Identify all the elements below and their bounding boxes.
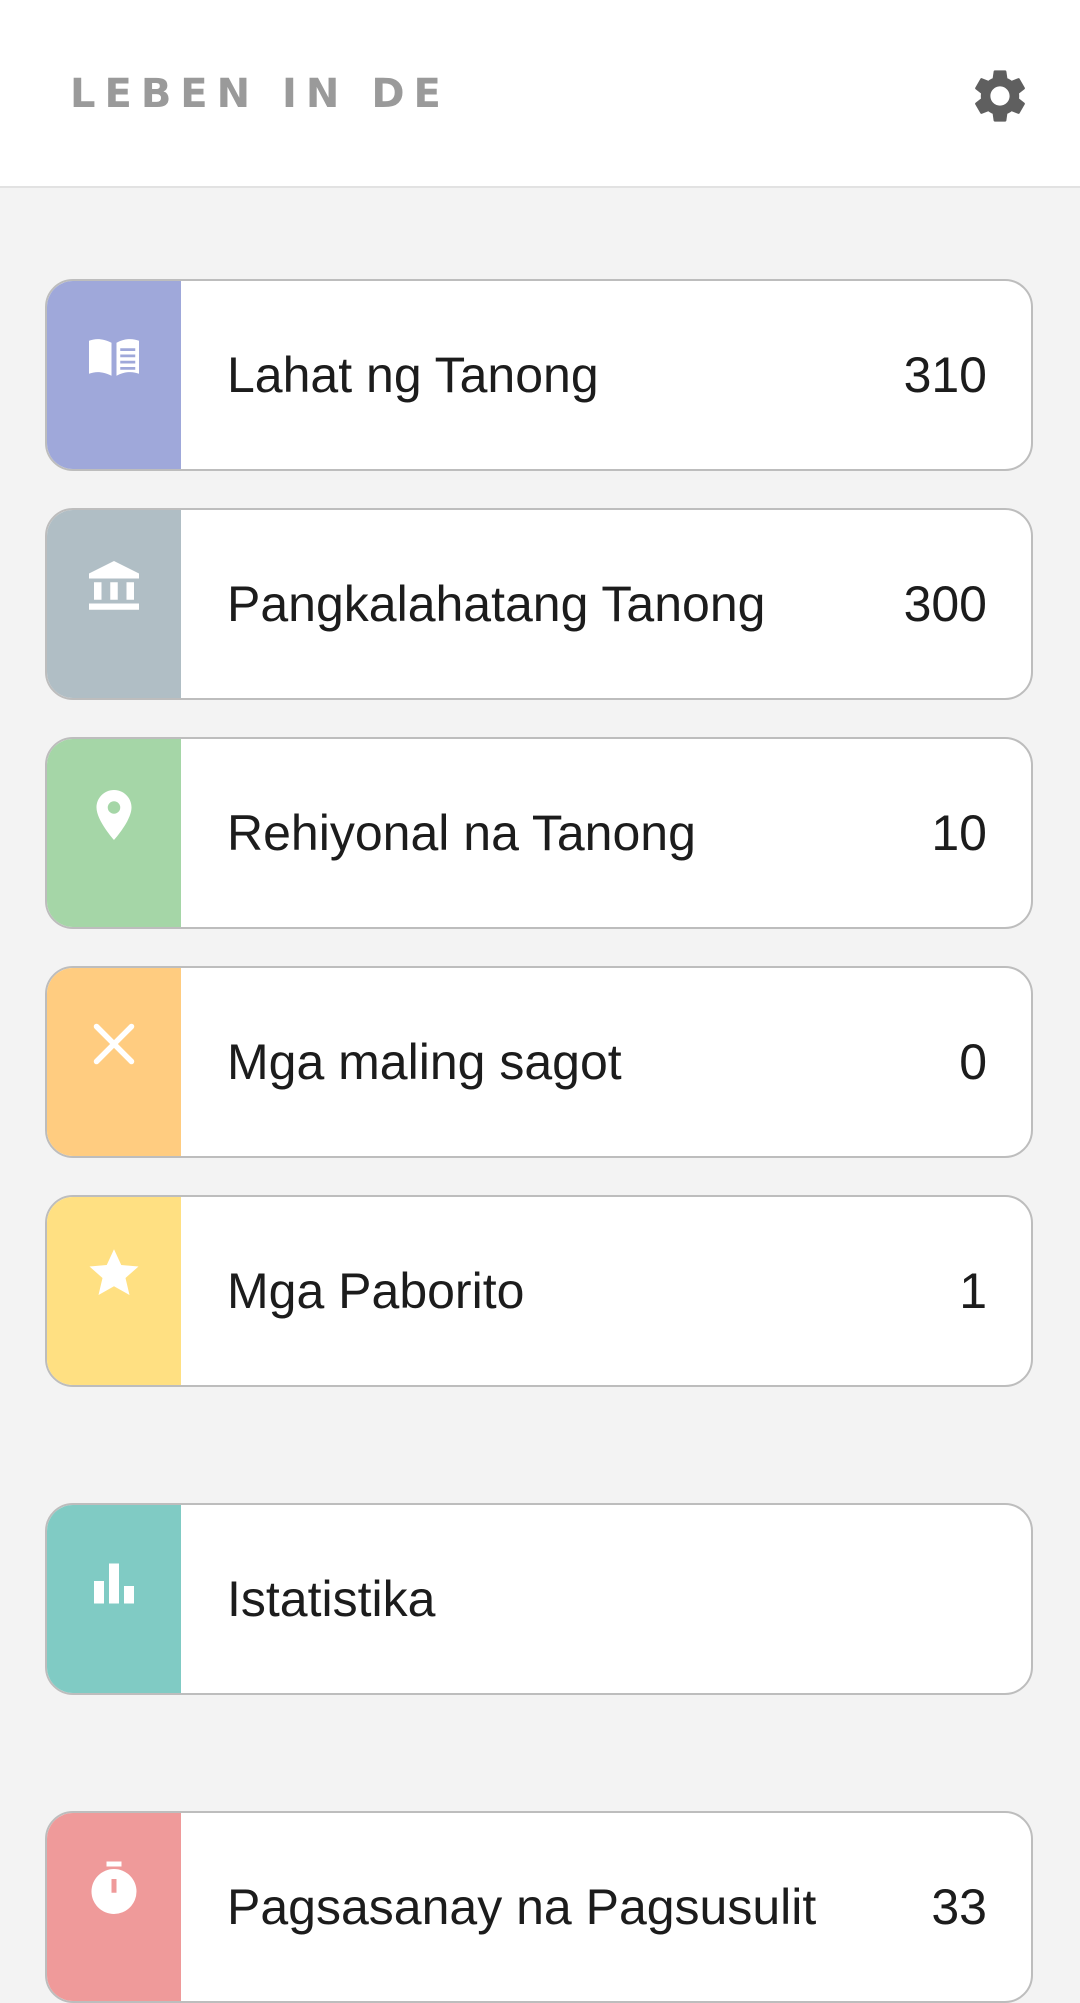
menu-item-label: Mga Paborito — [227, 1263, 525, 1319]
book-icon — [84, 327, 144, 387]
menu-item-label: Lahat ng Tanong — [227, 347, 599, 403]
app-logo-title: LEBEN IN DE — [70, 71, 450, 117]
menu-item-count: 1 — [959, 1263, 987, 1319]
menu-item-label: Rehiyonal na Tanong — [227, 805, 696, 861]
menu-item-color-strip — [47, 281, 181, 469]
app-header: LEBEN IN DE — [0, 0, 1080, 188]
menu-item-count: 0 — [959, 1034, 987, 1090]
bank-icon — [84, 556, 144, 616]
menu-item-all-questions[interactable]: Lahat ng Tanong 310 — [45, 279, 1033, 471]
close-icon — [84, 1014, 144, 1074]
menu-item-statistics[interactable]: Istatistika — [45, 1503, 1033, 1695]
menu-item-color-strip — [47, 510, 181, 698]
menu-item-color-strip — [47, 1197, 181, 1385]
menu-item-label: Pagsasanay na Pagsusulit — [227, 1879, 817, 1935]
gear-icon — [975, 70, 1025, 122]
bar-chart-icon — [84, 1551, 144, 1611]
menu-item-color-strip — [47, 968, 181, 1156]
menu-item-count: 33 — [931, 1879, 987, 1935]
menu-item-color-strip — [47, 739, 181, 927]
menu-item-label: Mga maling sagot — [227, 1034, 622, 1090]
menu-item-color-strip — [47, 1505, 181, 1693]
settings-button[interactable] — [968, 64, 1032, 128]
menu-item-favorites[interactable]: Mga Paborito 1 — [45, 1195, 1033, 1387]
menu-item-label: Pangkalahatang Tanong — [227, 576, 766, 632]
location-pin-icon — [84, 785, 144, 845]
menu-item-wrong-answers[interactable]: Mga maling sagot 0 — [45, 966, 1033, 1158]
menu-item-color-strip — [47, 1813, 181, 2001]
menu-item-count: 300 — [903, 576, 987, 632]
star-icon — [84, 1243, 144, 1303]
menu-item-label: Istatistika — [227, 1571, 436, 1627]
menu-item-regional-questions[interactable]: Rehiyonal na Tanong 10 — [45, 737, 1033, 929]
menu-item-practice-test[interactable]: Pagsasanay na Pagsusulit 33 — [45, 1811, 1033, 2003]
menu-item-general-questions[interactable]: Pangkalahatang Tanong 300 — [45, 508, 1033, 700]
menu-item-count: 10 — [931, 805, 987, 861]
stopwatch-icon — [84, 1859, 144, 1919]
menu-item-count: 310 — [903, 347, 987, 403]
